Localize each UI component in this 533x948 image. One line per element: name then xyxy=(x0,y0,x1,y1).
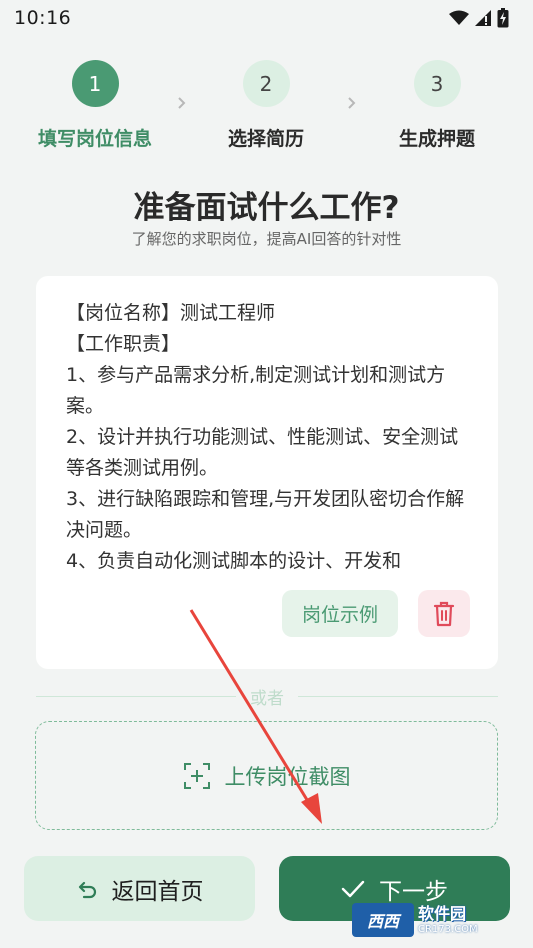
delete-button[interactable] xyxy=(418,590,470,637)
status-time: 10:16 xyxy=(14,7,72,29)
watermark: 西西 软件园 CR173.COM xyxy=(352,900,522,940)
undo-arrow-icon xyxy=(78,881,96,898)
divider-line xyxy=(36,695,236,697)
job-example-button[interactable]: 岗位示例 xyxy=(282,590,398,637)
job-line: 1、参与产品需求分析,制定测试计划和测试方案。 xyxy=(66,364,446,417)
step-3: 3 生成押题 xyxy=(367,60,507,151)
step-1-label: 填写岗位信息 xyxy=(37,128,152,150)
page-subtitle: 了解您的求职岗位，提高AI回答的针对性 xyxy=(131,230,402,248)
upload-screenshot-button[interactable]: 上传岗位截图 xyxy=(35,721,498,830)
job-line: 4、负责自动化测试脚本的设计、开发和 xyxy=(66,550,402,572)
watermark-text: 软件园 CR173.COM xyxy=(418,903,478,935)
step-1: 1 填写岗位信息 xyxy=(25,60,165,151)
job-line: 2、设计并执行功能测试、性能测试、安全测试等各类测试用例。 xyxy=(66,426,459,479)
battery-charging-icon xyxy=(497,8,509,28)
job-description-textarea[interactable]: 【岗位名称】测试工程师 【工作职责】 1、参与产品需求分析,制定测试计划和测试方… xyxy=(66,298,466,588)
step-1-number: 1 xyxy=(71,60,119,107)
watermark-name: 软件园 xyxy=(418,903,467,923)
add-image-icon xyxy=(183,762,210,789)
signal-icon xyxy=(475,10,491,26)
step-2-number: 2 xyxy=(242,60,290,107)
or-divider: 或者 xyxy=(36,686,498,709)
divider-line xyxy=(298,695,498,697)
chevron-right-icon xyxy=(348,97,356,109)
page-title: 准备面试什么工作? xyxy=(133,190,400,226)
chevron-right-icon xyxy=(178,97,186,109)
upload-label: 上传岗位截图 xyxy=(224,764,351,789)
wifi-icon xyxy=(449,10,469,25)
status-icons xyxy=(449,8,509,28)
step-2: 2 选择简历 xyxy=(196,60,336,151)
trash-icon xyxy=(433,601,455,626)
job-description-card: 【岗位名称】测试工程师 【工作职责】 1、参与产品需求分析,制定测试计划和测试方… xyxy=(36,276,498,669)
back-home-label: 返回首页 xyxy=(111,878,204,905)
job-line: 【岗位名称】测试工程师 xyxy=(66,302,276,324)
status-bar: 10:16 xyxy=(0,0,533,36)
watermark-logo: 西西 xyxy=(352,903,414,937)
divider-text: 或者 xyxy=(250,688,284,709)
watermark-url: CR173.COM xyxy=(418,923,478,935)
checkmark-icon xyxy=(341,880,365,897)
step-2-label: 选择简历 xyxy=(227,128,304,150)
step-3-number: 3 xyxy=(413,60,461,107)
job-line: 【工作职责】 xyxy=(66,333,181,355)
job-line: 3、进行缺陷跟踪和管理,与开发团队密切合作解决问题。 xyxy=(66,488,465,541)
back-home-button[interactable]: 返回首页 xyxy=(24,856,255,921)
step-3-label: 生成押题 xyxy=(398,128,475,150)
